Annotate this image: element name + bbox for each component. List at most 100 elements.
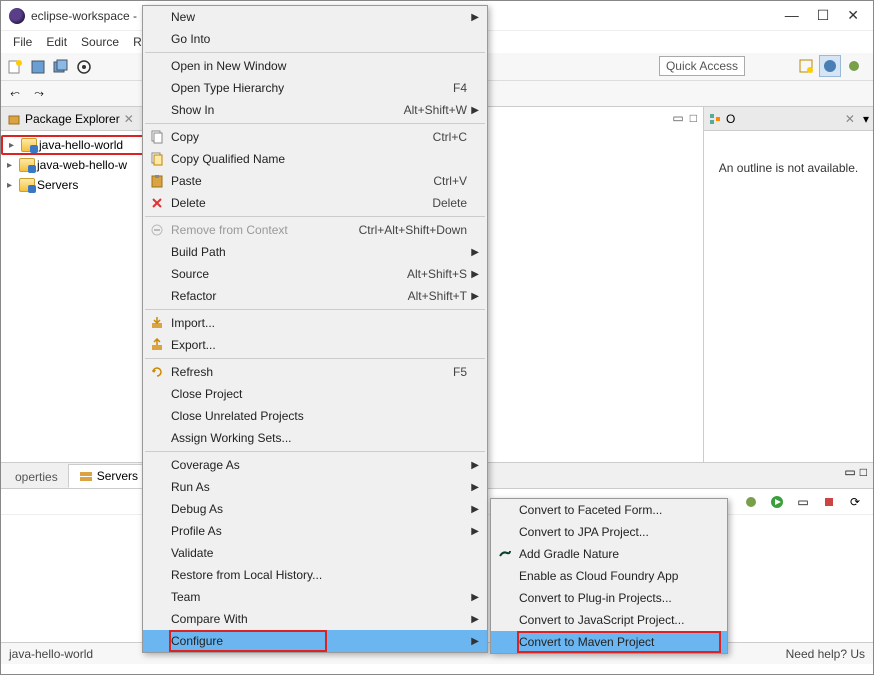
menu-item-build-path[interactable]: Build Path▶ (143, 241, 487, 263)
submenu-item-label: Add Gradle Nature (519, 547, 719, 561)
menu-item-debug-as[interactable]: Debug As▶ (143, 498, 487, 520)
publish-icon[interactable]: ⟳ (845, 492, 865, 512)
menu-item-label: Close Project (171, 387, 467, 401)
expand-icon[interactable]: ▸ (7, 180, 17, 191)
maximize-icon[interactable]: □ (860, 465, 867, 479)
outline-icon (708, 112, 722, 126)
minimize-icon[interactable]: ▭ (844, 465, 855, 479)
submenu-item-label: Convert to Faceted Form... (519, 503, 719, 517)
submenu-arrow-icon: ▶ (467, 504, 479, 515)
submenu-item-convert-to-maven-project[interactable]: Convert to Maven Project (491, 631, 727, 653)
menu-item-import[interactable]: Import... (143, 312, 487, 334)
explorer-tab[interactable]: Package Explorer ✕ (1, 107, 148, 131)
submenu-item-label: Convert to Plug-in Projects... (519, 591, 719, 605)
save-icon[interactable] (28, 57, 48, 77)
eclipse-icon (9, 8, 25, 24)
menu-item-run-as[interactable]: Run As▶ (143, 476, 487, 498)
quick-access[interactable]: Quick Access (659, 56, 745, 76)
menu-item-label: Close Unrelated Projects (171, 409, 467, 423)
submenu-item-add-gradle-nature[interactable]: Add Gradle Nature (491, 543, 727, 565)
view-menu-icon[interactable]: ▾ (863, 112, 869, 126)
java-ee-perspective-icon[interactable] (819, 55, 841, 77)
new-icon[interactable] (5, 57, 25, 77)
menu-item-open-in-new-window[interactable]: Open in New Window (143, 55, 487, 77)
minimize-view-icon[interactable]: ▭ (672, 111, 683, 125)
submenu-item-convert-to-jpa-project[interactable]: Convert to JPA Project... (491, 521, 727, 543)
menu-item-label: Paste (171, 174, 421, 188)
menu-item-profile-as[interactable]: Profile As▶ (143, 520, 487, 542)
menu-item-refactor[interactable]: RefactorAlt+Shift+T▶ (143, 285, 487, 307)
submenu-item-convert-to-faceted-form[interactable]: Convert to Faceted Form... (491, 499, 727, 521)
tree-item-java-hello-world[interactable]: ▸ java-hello-world (1, 135, 148, 155)
submenu-item-enable-as-cloud-foundry-app[interactable]: Enable as Cloud Foundry App (491, 565, 727, 587)
menu-item-close-project[interactable]: Close Project (143, 383, 487, 405)
menu-item-compare-with[interactable]: Compare With▶ (143, 608, 487, 630)
menu-item-team[interactable]: Team▶ (143, 586, 487, 608)
menu-item-label: Source (171, 267, 395, 281)
menu-item-coverage-as[interactable]: Coverage As▶ (143, 454, 487, 476)
menu-item-label: Import... (171, 316, 467, 330)
project-icon (19, 158, 35, 172)
explorer-tab-label: Package Explorer (25, 112, 120, 126)
menu-item-new[interactable]: New▶ (143, 6, 487, 28)
menu-item-show-in[interactable]: Show InAlt+Shift+W▶ (143, 99, 487, 121)
menu-item-configure[interactable]: Configure▶ (143, 630, 487, 652)
maximize-button[interactable]: ☐ (817, 7, 830, 24)
profile-icon[interactable]: ▭ (793, 492, 813, 512)
menu-item-export[interactable]: Export... (143, 334, 487, 356)
submenu-item-convert-to-plug-in-projects[interactable]: Convert to Plug-in Projects... (491, 587, 727, 609)
back-icon[interactable]: ⬿ (5, 84, 25, 104)
explorer-tab-close-icon[interactable]: ✕ (124, 112, 134, 126)
editor-controls: ▭ □ (672, 111, 697, 125)
forward-icon[interactable]: ⤳ (29, 84, 49, 104)
tree-item-servers[interactable]: ▸ Servers (1, 175, 148, 195)
menu-item-copy-qualified-name[interactable]: Copy Qualified Name (143, 148, 487, 170)
close-button[interactable]: ✕ (847, 7, 859, 24)
expand-icon[interactable]: ▸ (7, 160, 17, 171)
menu-item-refresh[interactable]: RefreshF5 (143, 361, 487, 383)
menu-item-label: Refresh (171, 365, 441, 379)
submenu-arrow-icon: ▶ (467, 460, 479, 471)
menu-item-go-into[interactable]: Go Into (143, 28, 487, 50)
tree-item-java-web[interactable]: ▸ java-web-hello-w (1, 155, 148, 175)
minimize-button[interactable]: — (785, 7, 799, 24)
submenu-item-convert-to-javascript-project[interactable]: Convert to JavaScript Project... (491, 609, 727, 631)
submenu-arrow-icon: ▶ (467, 614, 479, 625)
menu-item-close-unrelated-projects[interactable]: Close Unrelated Projects (143, 405, 487, 427)
outline-tab[interactable]: O ✕ ▾ (704, 107, 873, 131)
menu-item-open-type-hierarchy[interactable]: Open Type HierarchyF4 (143, 77, 487, 99)
menu-item-paste[interactable]: PasteCtrl+V (143, 170, 487, 192)
menu-item-restore-from-local-history[interactable]: Restore from Local History... (143, 564, 487, 586)
project-icon (21, 138, 37, 152)
menu-item-label: Copy (171, 130, 421, 144)
menu-item-label: Debug As (171, 502, 467, 516)
maximize-view-icon[interactable]: □ (690, 111, 697, 125)
menu-item-label: Refactor (171, 289, 396, 303)
expand-icon[interactable]: ▸ (9, 140, 19, 151)
submenu-arrow-icon: ▶ (467, 482, 479, 493)
menu-item-copy[interactable]: CopyCtrl+C (143, 126, 487, 148)
outline-tab-close-icon[interactable]: ✕ (845, 112, 855, 126)
menu-edit[interactable]: Edit (40, 33, 73, 51)
servers-icon (79, 469, 93, 483)
menu-item-delete[interactable]: DeleteDelete (143, 192, 487, 214)
tab-properties[interactable]: operties (5, 466, 68, 488)
stop-icon[interactable] (819, 492, 839, 512)
menu-item-assign-working-sets[interactable]: Assign Working Sets... (143, 427, 487, 449)
debug-perspective-icon[interactable] (843, 55, 865, 77)
menu-item-source[interactable]: SourceAlt+Shift+S▶ (143, 263, 487, 285)
menu-source[interactable]: Source (75, 33, 125, 51)
run-icon[interactable] (767, 492, 787, 512)
save-all-icon[interactable] (51, 57, 71, 77)
submenu-item-label: Enable as Cloud Foundry App (519, 569, 719, 583)
menu-item-validate[interactable]: Validate (143, 542, 487, 564)
menu-item-label: Assign Working Sets... (171, 431, 467, 445)
menu-file[interactable]: File (7, 33, 38, 51)
open-perspective-icon[interactable] (795, 55, 817, 77)
menu-accelerator: Delete (432, 196, 467, 210)
coverage-icon[interactable] (74, 57, 94, 77)
menu-accelerator: F4 (453, 81, 467, 95)
menu-accelerator: Alt+Shift+W (404, 103, 467, 117)
menu-item-label: Profile As (171, 524, 467, 538)
debug-icon[interactable] (741, 492, 761, 512)
